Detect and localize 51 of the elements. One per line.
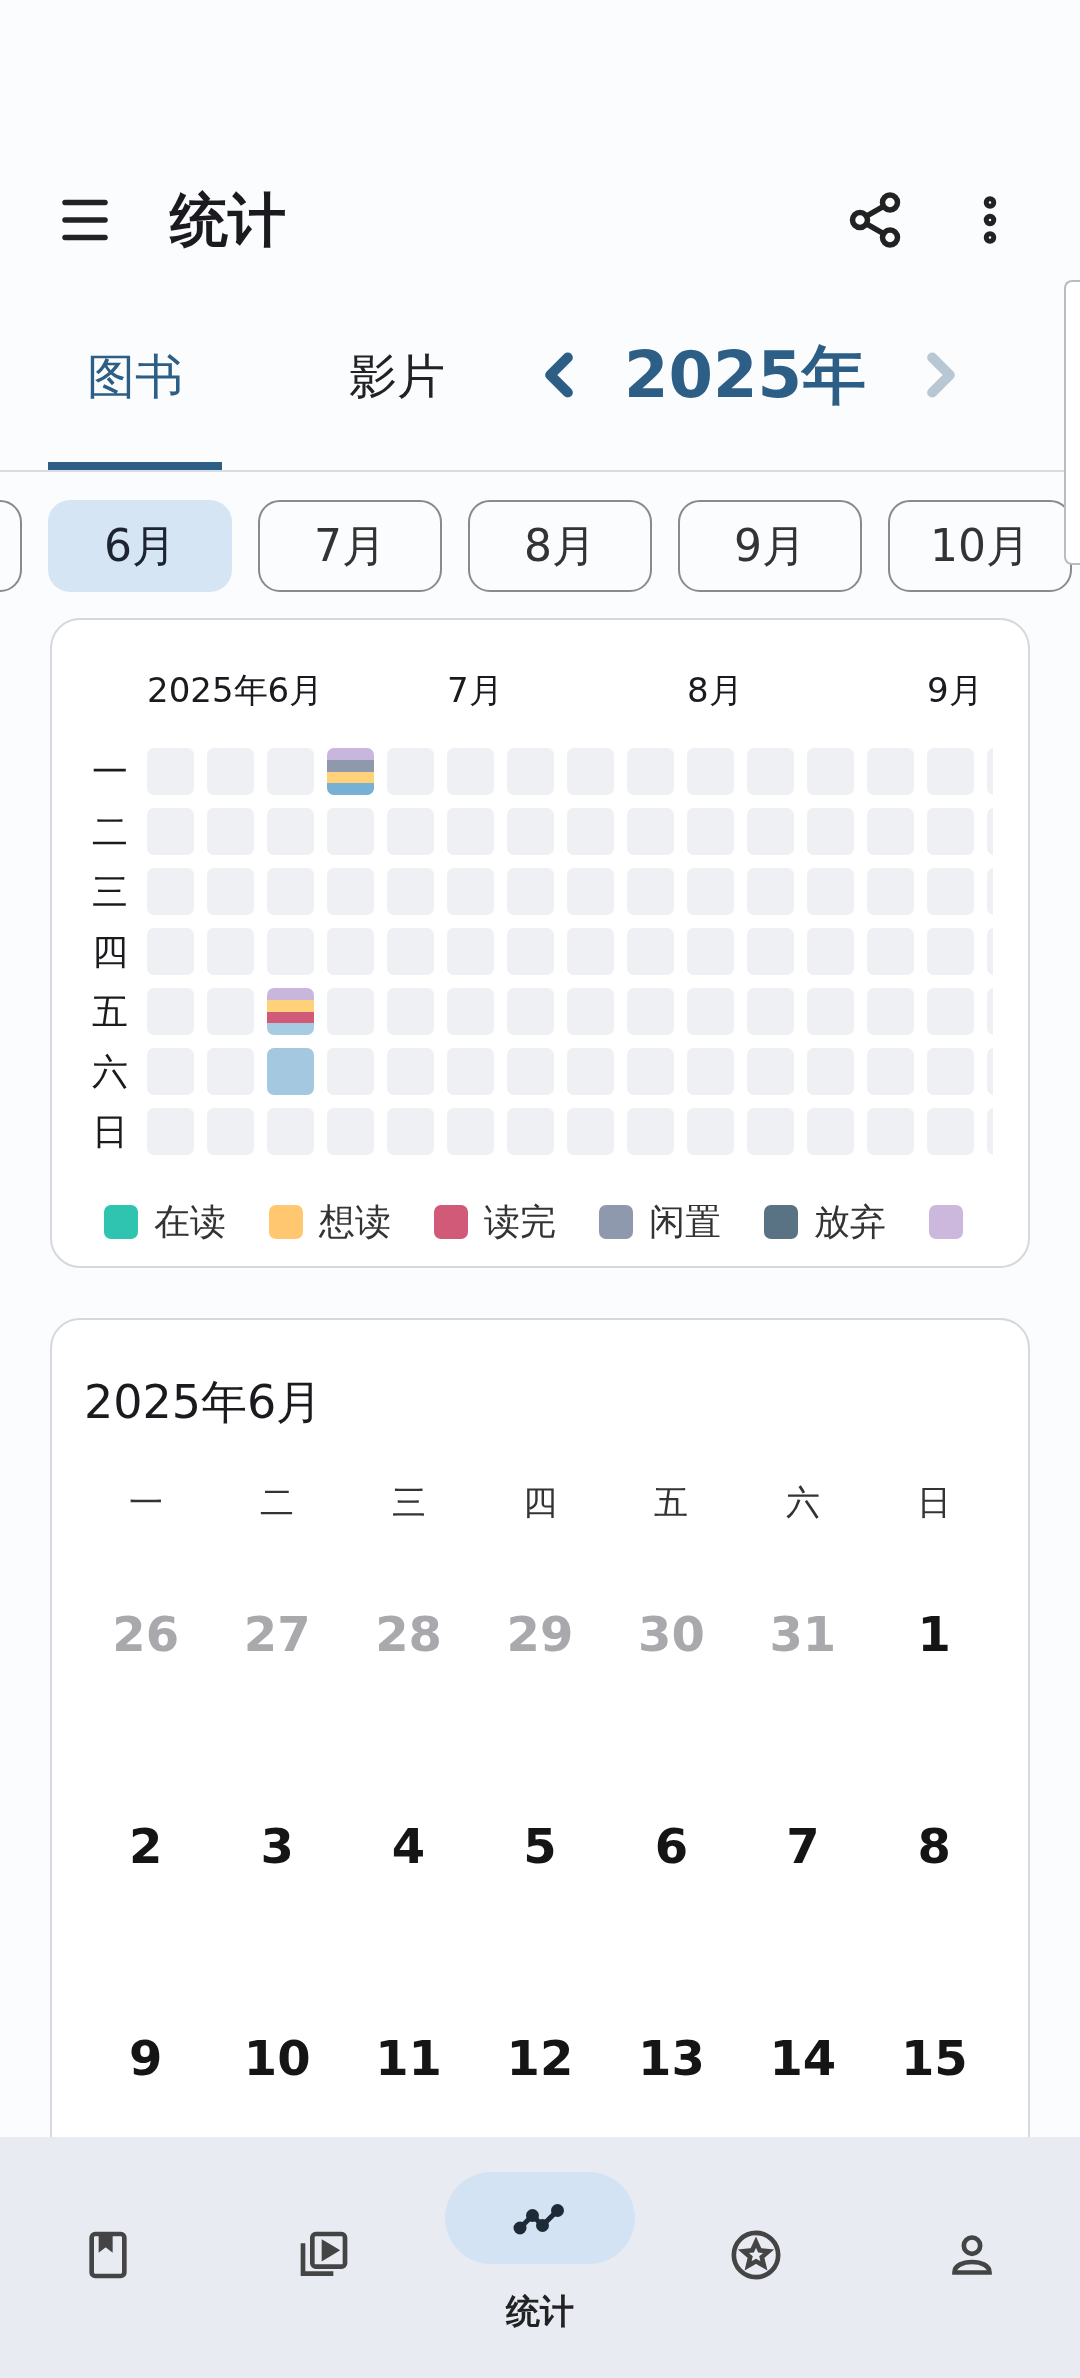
weekday-label: 四 xyxy=(92,933,129,970)
calendar-title: 2025年6月 xyxy=(84,1374,324,1431)
weekday-header: 一 xyxy=(127,1481,164,1524)
calendar-day[interactable]: 6 xyxy=(605,1810,738,1882)
calendar-day[interactable]: 15 xyxy=(868,2022,1000,2094)
legend-label: 读完 xyxy=(484,1200,556,1244)
month-label: 9月 xyxy=(927,669,984,712)
calendar-day[interactable]: 7 xyxy=(737,1810,869,1882)
month-label: 2025年6月 xyxy=(147,669,325,712)
legend-label: 闲置 xyxy=(649,1200,721,1244)
calendar-day[interactable]: 1 xyxy=(868,1598,1000,1670)
calendar-day[interactable]: 9 xyxy=(80,2022,212,2094)
month-label: 7月 xyxy=(447,669,504,712)
legend-label: 放弃 xyxy=(814,1200,886,1244)
heatmap-cell xyxy=(267,988,314,1035)
calendar-day[interactable]: 12 xyxy=(474,2022,606,2094)
month-chip[interactable]: 8月 xyxy=(468,500,652,592)
calendar-day[interactable]: 8 xyxy=(868,1810,1000,1882)
calendar-day[interactable]: 5 xyxy=(474,1810,606,1882)
legend-label: 在读 xyxy=(154,1200,226,1244)
heatmap-cell xyxy=(267,1048,314,1095)
calendar-day[interactable]: 14 xyxy=(737,2022,869,2094)
month-chip[interactable]: 9月 xyxy=(678,500,862,592)
year-label: 2025年 xyxy=(624,337,867,414)
calendar-day[interactable]: 13 xyxy=(605,2022,738,2094)
weekday-header: 五 xyxy=(653,1481,690,1524)
nav-label: 统计 xyxy=(506,2290,574,2333)
weekday-header: 二 xyxy=(259,1481,296,1524)
weekday-label: 日 xyxy=(92,1113,129,1150)
weekday-label: 六 xyxy=(92,1053,129,1090)
calendar-day[interactable]: 11 xyxy=(342,2022,475,2094)
month-chip[interactable]: 6月 xyxy=(48,500,232,592)
calendar-day[interactable]: 4 xyxy=(342,1810,475,1882)
month-label: 8月 xyxy=(687,669,744,712)
weekday-label: 五 xyxy=(92,993,129,1030)
weekday-header: 六 xyxy=(784,1481,821,1524)
calendar-day[interactable]: 10 xyxy=(211,2022,343,2094)
calendar-day[interactable]: 3 xyxy=(211,1810,343,1882)
weekday-label: 三 xyxy=(92,873,129,910)
page-title: 统计 xyxy=(170,184,286,256)
calendar-day[interactable]: 2 xyxy=(80,1810,212,1882)
tab[interactable]: 影片 xyxy=(310,290,484,470)
month-chip[interactable]: 7月 xyxy=(258,500,442,592)
heatmap-cell xyxy=(327,748,374,795)
tab[interactable]: 图书 xyxy=(48,290,222,470)
weekday-label: 二 xyxy=(92,813,129,850)
weekday-header: 三 xyxy=(390,1481,427,1524)
weekday-header: 四 xyxy=(522,1481,558,1524)
weekday-label: 一 xyxy=(92,753,129,790)
weekday-header: 日 xyxy=(916,1481,953,1524)
legend-label: 想读 xyxy=(319,1200,391,1244)
